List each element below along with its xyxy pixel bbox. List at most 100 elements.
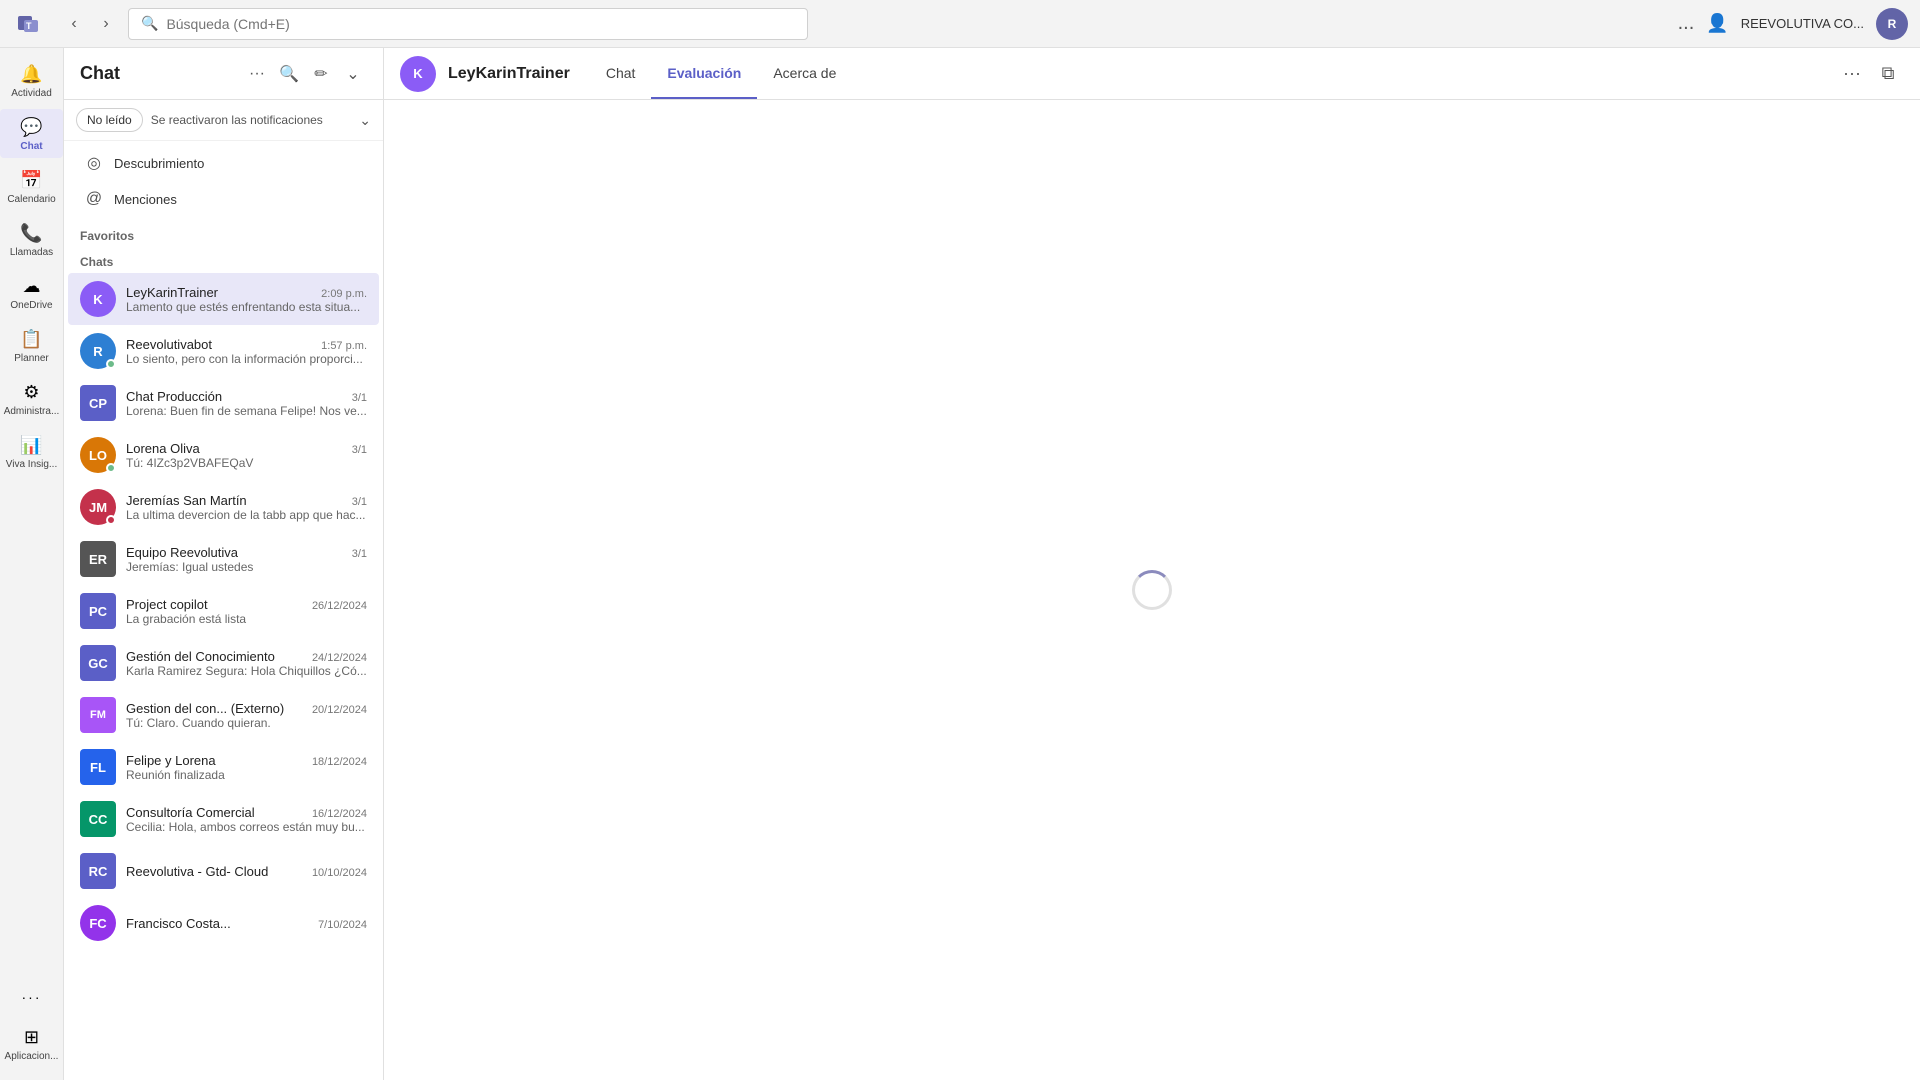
chat-header-more-button[interactable]: ··· bbox=[1836, 58, 1868, 90]
sidebar-item-chat[interactable]: 💬 Chat bbox=[0, 109, 63, 158]
chat-item-name: Jeremías San Martín bbox=[126, 493, 247, 508]
chat-header-name[interactable]: LeyKarinTrainer bbox=[448, 65, 570, 83]
sidebar-item-planner[interactable]: 📋 Planner bbox=[0, 321, 63, 370]
viva-icon: 📊 bbox=[20, 433, 44, 457]
chat-item-time: 16/12/2024 bbox=[312, 808, 367, 820]
search-input[interactable] bbox=[166, 16, 795, 32]
nav-label-menciones: Menciones bbox=[114, 192, 177, 207]
chat-item-reevolutivacloud[interactable]: RC Reevolutiva - Gtd- Cloud 10/10/2024 bbox=[68, 845, 379, 897]
chat-item-consultoriacomercial[interactable]: CC Consultoría Comercial 16/12/2024 Ceci… bbox=[68, 793, 379, 845]
main-content: K LeyKarinTrainer Chat Evaluación Acerca… bbox=[384, 48, 1920, 1080]
chat-item-top: LeyKarinTrainer 2:09 p.m. bbox=[126, 285, 367, 300]
sidebar-item-viva[interactable]: 📊 Viva Insig... bbox=[0, 427, 63, 476]
unread-filter-button[interactable]: No leído bbox=[76, 108, 143, 132]
chat-item-leykarintrainer[interactable]: K LeyKarinTrainer 2:09 p.m. Lamento que … bbox=[68, 273, 379, 325]
chat-item-info-lorenaoliva: Lorena Oliva 3/1 Tú: 4IZc3p2VBAFEQaV bbox=[126, 441, 367, 470]
status-dot-lorenaoliva bbox=[106, 463, 116, 473]
search-icon: 🔍 bbox=[141, 15, 158, 32]
chat-item-info-leykarintrainer: LeyKarinTrainer 2:09 p.m. Lamento que es… bbox=[126, 285, 367, 314]
chat-item-felipelorena[interactable]: FL Felipe y Lorena 18/12/2024 Reunión fi… bbox=[68, 741, 379, 793]
avatar-wrap-equipo: ER bbox=[80, 541, 116, 577]
chat-item-info-projectcopilot: Project copilot 26/12/2024 La grabación … bbox=[126, 597, 367, 626]
chat-list-header: Chat ··· 🔍 ✏ ⌄ bbox=[64, 48, 383, 100]
sidebar-item-calendario[interactable]: 📅 Calendario bbox=[0, 162, 63, 211]
chat-item-name: Chat Producción bbox=[126, 389, 222, 404]
chat-item-time: 7/10/2024 bbox=[318, 919, 367, 931]
sidebar-item-administra[interactable]: ⚙ Administra... bbox=[0, 374, 63, 423]
user-avatar[interactable]: R bbox=[1876, 8, 1908, 40]
chat-item-info-gestionconocimiento: Gestión del Conocimiento 24/12/2024 Karl… bbox=[126, 649, 367, 678]
chat-item-projectcopilot[interactable]: PC Project copilot 26/12/2024 La grabaci… bbox=[68, 585, 379, 637]
aplicaciones-icon: ⊞ bbox=[20, 1025, 44, 1049]
tab-chat[interactable]: Chat bbox=[590, 48, 652, 99]
avatar-wrap-felipelorena: FL bbox=[80, 749, 116, 785]
avatar-wrap-franciscocosta: FC bbox=[80, 905, 116, 941]
chat-item-name: Consultoría Comercial bbox=[126, 805, 255, 820]
chat-item-gestionexterno[interactable]: FM Gestion del con... (Externo) 20/12/20… bbox=[68, 689, 379, 741]
chat-item-top: Felipe y Lorena 18/12/2024 bbox=[126, 753, 367, 768]
chat-item-preview: La ultima devercion de la tabb app que h… bbox=[126, 508, 367, 522]
filter-bar: No leído Se reactivaron las notificacion… bbox=[64, 100, 383, 141]
filter-chevron-button[interactable]: ⌄ bbox=[359, 112, 371, 129]
avatar-chatproduccion: CP bbox=[80, 385, 116, 421]
tab-acercade-label: Acerca de bbox=[773, 65, 836, 81]
planner-icon: 📋 bbox=[20, 327, 44, 351]
more-options-chat-button[interactable]: ··· bbox=[243, 60, 271, 88]
avatar-wrap-gestionconocimiento: GC bbox=[80, 645, 116, 681]
sidebar-label-aplicaciones: Aplicacion... bbox=[5, 1051, 59, 1062]
sidebar-item-more[interactable]: ··· bbox=[0, 979, 63, 1015]
chat-item-info-reevolutivacloud: Reevolutiva - Gtd- Cloud 10/10/2024 bbox=[126, 864, 367, 879]
new-chat-button[interactable]: ✏ bbox=[307, 60, 335, 88]
actividad-icon: 🔔 bbox=[20, 62, 44, 86]
section-chats: Chats bbox=[64, 247, 383, 273]
tab-chat-label: Chat bbox=[606, 65, 636, 81]
chat-item-info-felipelorena: Felipe y Lorena 18/12/2024 Reunión final… bbox=[126, 753, 367, 782]
avatar-reevolutivacloud: RC bbox=[80, 853, 116, 889]
tab-acercade[interactable]: Acerca de bbox=[757, 48, 852, 99]
search-bar[interactable]: 🔍 bbox=[128, 8, 808, 40]
chat-item-franciscocosta[interactable]: FC Francisco Costa... 7/10/2024 bbox=[68, 897, 379, 949]
sidebar-item-actividad[interactable]: 🔔 Actividad bbox=[0, 56, 63, 105]
chat-item-time: 24/12/2024 bbox=[312, 652, 367, 664]
teams-logo: T bbox=[12, 8, 44, 40]
chat-item-name: Gestión del Conocimiento bbox=[126, 649, 275, 664]
user-icon: 👤 bbox=[1706, 13, 1728, 34]
chat-item-info-franciscocosta: Francisco Costa... 7/10/2024 bbox=[126, 916, 367, 931]
sidebar-item-llamadas[interactable]: 📞 Llamadas bbox=[0, 215, 63, 264]
chat-header-popout-button[interactable]: ⧉ bbox=[1872, 58, 1904, 90]
nav-item-descubrimiento[interactable]: ◎ Descubrimiento bbox=[68, 145, 379, 181]
forward-button[interactable]: › bbox=[92, 10, 120, 38]
chat-item-gestionconocimiento[interactable]: GC Gestión del Conocimiento 24/12/2024 K… bbox=[68, 637, 379, 689]
filter-expand-button[interactable]: ⌄ bbox=[339, 60, 367, 88]
chat-item-name: Equipo Reevolutiva bbox=[126, 545, 238, 560]
back-button[interactable]: ‹ bbox=[60, 10, 88, 38]
sidebar-item-onedrive[interactable]: ☁ OneDrive bbox=[0, 268, 63, 317]
chat-item-top: Jeremías San Martín 3/1 bbox=[126, 493, 367, 508]
chat-item-name: Reevolutiva - Gtd- Cloud bbox=[126, 864, 268, 879]
user-display-name[interactable]: REEVOLUTIVA CO... bbox=[1741, 16, 1864, 31]
avatar-wrap-chatproduccion: CP bbox=[80, 385, 116, 421]
administra-icon: ⚙ bbox=[20, 380, 44, 404]
chat-item-name: Project copilot bbox=[126, 597, 208, 612]
chat-item-info-chatproduccion: Chat Producción 3/1 Lorena: Buen fin de … bbox=[126, 389, 367, 418]
top-bar: T ‹ › 🔍 ... 👤 REEVOLUTIVA CO... R bbox=[0, 0, 1920, 48]
more-options-button[interactable]: ... bbox=[1678, 12, 1695, 35]
chat-item-name: Reevolutivabot bbox=[126, 337, 212, 352]
chat-item-reevolutivabot[interactable]: R Reevolutivabot 1:57 p.m. Lo siento, pe… bbox=[68, 325, 379, 377]
chat-item-jeremias[interactable]: JM Jeremías San Martín 3/1 La ultima dev… bbox=[68, 481, 379, 533]
chat-item-time: 3/1 bbox=[352, 392, 367, 404]
descubrimiento-icon: ◎ bbox=[84, 153, 104, 173]
chat-item-lorenaoliva[interactable]: LO Lorena Oliva 3/1 Tú: 4IZc3p2VBAFEQaV bbox=[68, 429, 379, 481]
sidebar-label-administra: Administra... bbox=[4, 406, 60, 417]
tab-evaluacion[interactable]: Evaluación bbox=[651, 48, 757, 99]
sidebar-icons: 🔔 Actividad 💬 Chat 📅 Calendario 📞 Llamad… bbox=[0, 48, 64, 1080]
chat-nav-items: ◎ Descubrimiento @ Menciones bbox=[64, 141, 383, 221]
chat-item-equiporeevolutiva[interactable]: ER Equipo Reevolutiva 3/1 Jeremías: Igua… bbox=[68, 533, 379, 585]
sidebar-item-aplicaciones[interactable]: ⊞ Aplicacion... bbox=[0, 1019, 63, 1068]
top-bar-right: ... 👤 REEVOLUTIVA CO... R bbox=[1678, 8, 1908, 40]
search-chat-button[interactable]: 🔍 bbox=[275, 60, 303, 88]
filter-banner-text: Se reactivaron las notificaciones bbox=[151, 113, 352, 127]
avatar-equipo: ER bbox=[80, 541, 116, 577]
chat-item-chatproduccion[interactable]: CP Chat Producción 3/1 Lorena: Buen fin … bbox=[68, 377, 379, 429]
nav-item-menciones[interactable]: @ Menciones bbox=[68, 181, 379, 217]
